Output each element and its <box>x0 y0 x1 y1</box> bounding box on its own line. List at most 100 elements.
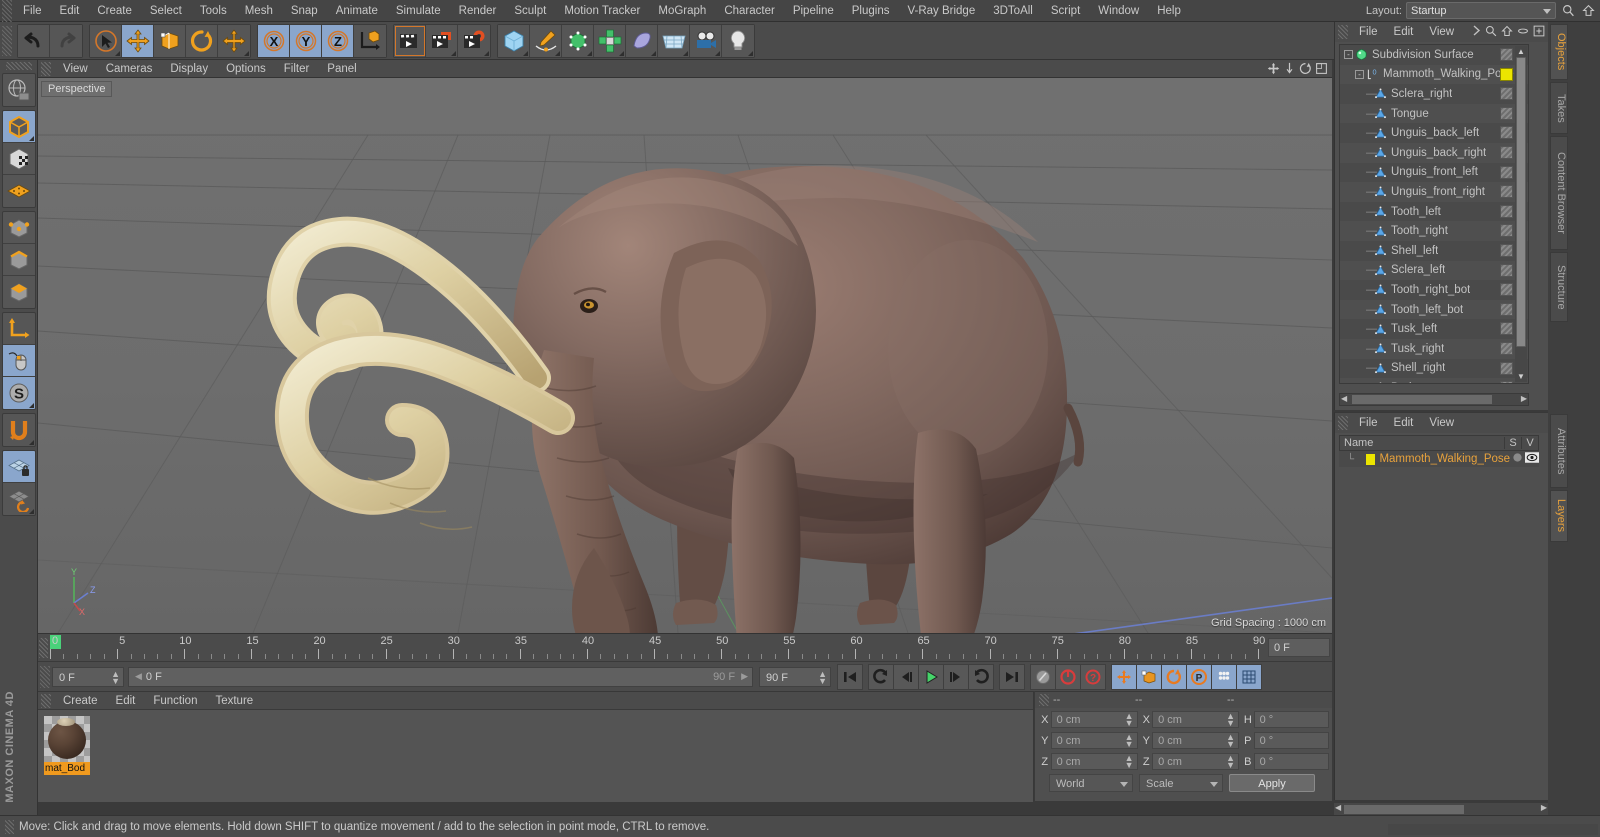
viewport-menu-filter[interactable]: Filter <box>275 60 319 78</box>
toolbar-grip[interactable] <box>2 25 12 56</box>
layer-visibility-icon[interactable] <box>1524 452 1539 466</box>
scale-key-button[interactable] <box>1136 663 1162 690</box>
material-menu-edit[interactable]: Edit <box>107 695 145 707</box>
home-layout-icon[interactable] <box>1580 2 1596 19</box>
material-menu-texture[interactable]: Texture <box>206 695 262 707</box>
render-view-button[interactable] <box>394 24 426 57</box>
scroll-up-icon[interactable]: ▲ <box>1517 47 1525 56</box>
object-row[interactable]: — Tusk_right <box>1340 338 1528 359</box>
menu-item-3dtoall[interactable]: 3DToAll <box>984 0 1042 22</box>
layout-select[interactable]: Startup <box>1406 2 1556 19</box>
redo-button[interactable] <box>50 24 82 57</box>
menu-item-pipeline[interactable]: Pipeline <box>784 0 843 22</box>
planar-workplane-button[interactable] <box>2 483 35 515</box>
coordinates-grip[interactable] <box>1039 694 1049 706</box>
scroll-right-icon[interactable]: ▶ <box>1521 394 1527 403</box>
menu-item-edit[interactable]: Edit <box>51 0 89 22</box>
texture-tag-icon[interactable] <box>1500 145 1513 159</box>
rotate-tool-button[interactable] <box>186 24 218 57</box>
search-icon[interactable] <box>1560 2 1576 19</box>
apply-button[interactable]: Apply <box>1229 774 1315 792</box>
transport-grip[interactable] <box>40 665 50 688</box>
object-manager-menu-view[interactable]: View <box>1421 22 1462 42</box>
layer-col-solo[interactable]: S <box>1504 437 1521 449</box>
texture-tag-icon[interactable] <box>1500 381 1513 383</box>
rotate-viewport-icon[interactable] <box>1299 62 1312 78</box>
menu-item-v-ray-bridge[interactable]: V-Ray Bridge <box>898 0 984 22</box>
scroll-left-icon[interactable]: ◀ <box>1335 803 1341 812</box>
menu-item-mesh[interactable]: Mesh <box>236 0 282 22</box>
coord-rot-field-1[interactable]: 0 ° <box>1253 732 1329 749</box>
stepper-icon[interactable]: ▲ ▼ <box>1125 712 1134 728</box>
hscrollbar-thumb[interactable] <box>1344 805 1464 814</box>
material-menu-grip[interactable] <box>41 693 51 708</box>
object-row[interactable]: - Subdivision Surface <box>1340 45 1528 65</box>
object-row[interactable]: — Unguis_front_right <box>1340 182 1528 202</box>
texture-tag-icon[interactable] <box>1500 126 1513 140</box>
stepper-icon[interactable]: ▲ ▼ <box>818 669 827 685</box>
layer-manager-menu-file[interactable]: File <box>1351 413 1386 433</box>
scene-object-button[interactable] <box>626 24 658 57</box>
stepper-icon[interactable]: ▲ ▼ <box>1226 712 1235 728</box>
layer-solo-dot[interactable] <box>1510 452 1524 466</box>
generator-button[interactable] <box>562 24 594 57</box>
layer-color-tag[interactable] <box>1500 67 1513 81</box>
object-row[interactable]: — Shell_right <box>1340 359 1528 379</box>
object-row[interactable]: — Sclera_right <box>1340 84 1528 104</box>
make-editable-button[interactable] <box>2 74 35 106</box>
coordinate-mode-dropdown[interactable]: Scale <box>1139 774 1223 792</box>
object-row[interactable]: — Sclera_left <box>1340 260 1528 281</box>
texture-tag-icon[interactable] <box>1500 322 1513 336</box>
texture-tag-icon[interactable] <box>1500 106 1513 120</box>
object-manager-grip[interactable] <box>1338 25 1348 39</box>
move-tool-button[interactable] <box>122 24 154 57</box>
layer-manager-menu-edit[interactable]: Edit <box>1386 413 1422 433</box>
material-item[interactable]: mat_Bod <box>44 716 90 776</box>
light-button[interactable] <box>722 24 754 57</box>
material-menu-create[interactable]: Create <box>54 695 107 707</box>
texture-tag-icon[interactable] <box>1500 204 1513 218</box>
model-mode-button[interactable] <box>2 111 35 143</box>
object-row[interactable]: — Unguis_back_left <box>1340 123 1528 143</box>
object-row[interactable]: — Tooth_right_bot <box>1340 280 1528 300</box>
go-to-end-button[interactable] <box>999 663 1025 690</box>
texture-tag-icon[interactable] <box>1500 165 1513 179</box>
coord-pos-field-2[interactable]: 0 cm ▲ ▼ <box>1050 753 1138 770</box>
menu-item-mograph[interactable]: MoGraph <box>649 0 715 22</box>
object-row[interactable]: — Tooth_right <box>1340 221 1528 241</box>
world-coordinates-button[interactable] <box>354 24 386 57</box>
stepper-icon[interactable]: ▲ ▼ <box>1125 733 1134 749</box>
texture-tag-icon[interactable] <box>1500 48 1513 61</box>
texture-tag-icon[interactable] <box>1500 224 1513 238</box>
live-selection-button[interactable] <box>90 24 122 57</box>
menu-item-tools[interactable]: Tools <box>191 0 236 22</box>
left-palette-grip[interactable] <box>5 62 32 70</box>
scroll-down-icon[interactable]: ▼ <box>1517 372 1525 381</box>
stepper-icon[interactable]: ▲ ▼ <box>1226 754 1235 770</box>
menu-item-snap[interactable]: Snap <box>282 0 327 22</box>
layer-row[interactable]: └ Mammoth_Walking_Pose <box>1339 451 1539 467</box>
stepper-icon[interactable]: ▲ ▼ <box>1125 754 1134 770</box>
search-icon[interactable] <box>1485 25 1497 40</box>
coordinate-system-dropdown[interactable]: World <box>1049 774 1133 792</box>
texture-tag-icon[interactable] <box>1500 283 1513 297</box>
play-forward-loop-button[interactable] <box>968 663 994 690</box>
coord-pos-field-1[interactable]: 0 cm ▲ ▼ <box>1050 732 1138 749</box>
object-tree[interactable]: - Subdivision Surface -0 Mammoth_Walking_Po… <box>1339 44 1529 384</box>
object-row[interactable]: — Shell_left <box>1340 241 1528 261</box>
points-mode-button[interactable] <box>2 212 35 244</box>
texture-mode-button[interactable] <box>2 143 35 175</box>
menu-item-motion-tracker[interactable]: Motion Tracker <box>555 0 649 22</box>
texture-tag-icon[interactable] <box>1500 243 1513 257</box>
viewport-menu-panel[interactable]: Panel <box>318 60 365 78</box>
spline-pen-button[interactable] <box>530 24 562 57</box>
material-list[interactable]: mat_Bod <box>38 710 1033 802</box>
status-bar-grip[interactable] <box>5 819 14 834</box>
coord-rot-field-0[interactable]: 0 ° <box>1253 711 1329 728</box>
coord-size-field-0[interactable]: 0 cm ▲ ▼ <box>1152 711 1240 728</box>
axis-y-button[interactable]: Y <box>290 24 322 57</box>
step-forward-button[interactable] <box>943 663 969 690</box>
move-alt-button[interactable] <box>218 24 250 57</box>
timeline-frame-field[interactable]: 0 F <box>1268 638 1330 657</box>
polygons-mode-button[interactable] <box>2 276 35 308</box>
